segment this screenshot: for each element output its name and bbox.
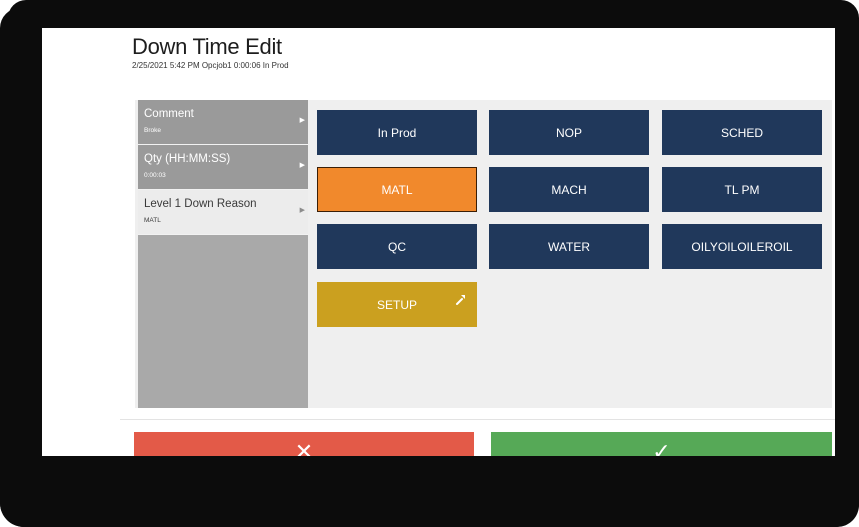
sidebar-item-value: Broke: [144, 127, 161, 134]
edit-panel: Comment Broke ▶ Qty (HH:MM:SS) 0:00:03 ▶…: [135, 100, 832, 408]
sidebar-item-value: MATL: [144, 217, 161, 224]
sidebar-item-label: Qty (HH:MM:SS): [144, 153, 231, 165]
tablet-bezel-left: [0, 8, 42, 527]
reason-button-matl[interactable]: MATL: [317, 167, 477, 212]
reason-button-oily[interactable]: OILYOILOILEROIL: [662, 224, 822, 269]
reason-button-in-prod[interactable]: In Prod: [317, 110, 477, 155]
page-header: Down Time Edit 2/25/2021 5:42 PM Opcjob1…: [132, 34, 289, 70]
reason-button-qc[interactable]: QC: [317, 224, 477, 269]
reason-button-label: MATL: [381, 182, 413, 197]
reason-button-label: In Prod: [377, 125, 417, 140]
reason-button-label: OILYOILOILEROIL: [691, 239, 793, 254]
footer-divider: [120, 419, 835, 420]
reason-button-label: NOP: [555, 125, 582, 140]
sidebar-item-value: 0:00:03: [144, 172, 166, 179]
chevron-right-icon: ▶: [299, 117, 305, 124]
tablet-bezel-top: [8, 0, 859, 28]
check-icon: ✓: [652, 439, 671, 456]
reason-button-label: MACH: [551, 182, 587, 197]
reason-button-label: QC: [388, 239, 406, 254]
reason-button-sched[interactable]: SCHED: [662, 110, 822, 155]
tablet-bezel-bottom: [0, 456, 859, 527]
confirm-button[interactable]: ✓: [491, 432, 832, 456]
chevron-right-icon: ▶: [299, 207, 305, 214]
sidebar-item-level1-reason[interactable]: Level 1 Down Reason MATL ▶: [138, 190, 308, 235]
close-icon: ✕: [294, 439, 314, 456]
reason-button-label: TL PM: [724, 182, 760, 197]
page-subtitle: 2/25/2021 5:42 PM Opcjob1 0:00:06 In Pro…: [132, 61, 289, 70]
wrench-icon: [455, 293, 467, 308]
sidebar-item-label: Level 1 Down Reason: [144, 198, 257, 210]
sidebar-item-comment[interactable]: Comment Broke ▶: [138, 100, 308, 145]
app-screen: Down Time Edit 2/25/2021 5:42 PM Opcjob1…: [42, 28, 835, 456]
reason-button-tl-pm[interactable]: TL PM: [662, 167, 822, 212]
cancel-button[interactable]: ✕: [134, 432, 474, 456]
reason-button-setup[interactable]: SETUP: [317, 282, 477, 327]
page-title: Down Time Edit: [132, 34, 282, 59]
reason-button-nop[interactable]: NOP: [489, 110, 649, 155]
sidebar-item-qty[interactable]: Qty (HH:MM:SS) 0:00:03 ▶: [138, 145, 308, 190]
field-sidebar: Comment Broke ▶ Qty (HH:MM:SS) 0:00:03 ▶…: [138, 100, 308, 408]
reason-button-water[interactable]: WATER: [489, 224, 649, 269]
reason-button-label: SETUP: [376, 297, 417, 312]
chevron-right-icon: ▶: [299, 162, 305, 169]
sidebar-item-label: Comment: [144, 108, 194, 120]
reason-button-label: WATER: [548, 239, 590, 254]
tablet-bezel-right: [835, 8, 859, 527]
reason-button-label: SCHED: [720, 125, 763, 140]
reason-button-mach[interactable]: MACH: [489, 167, 649, 212]
